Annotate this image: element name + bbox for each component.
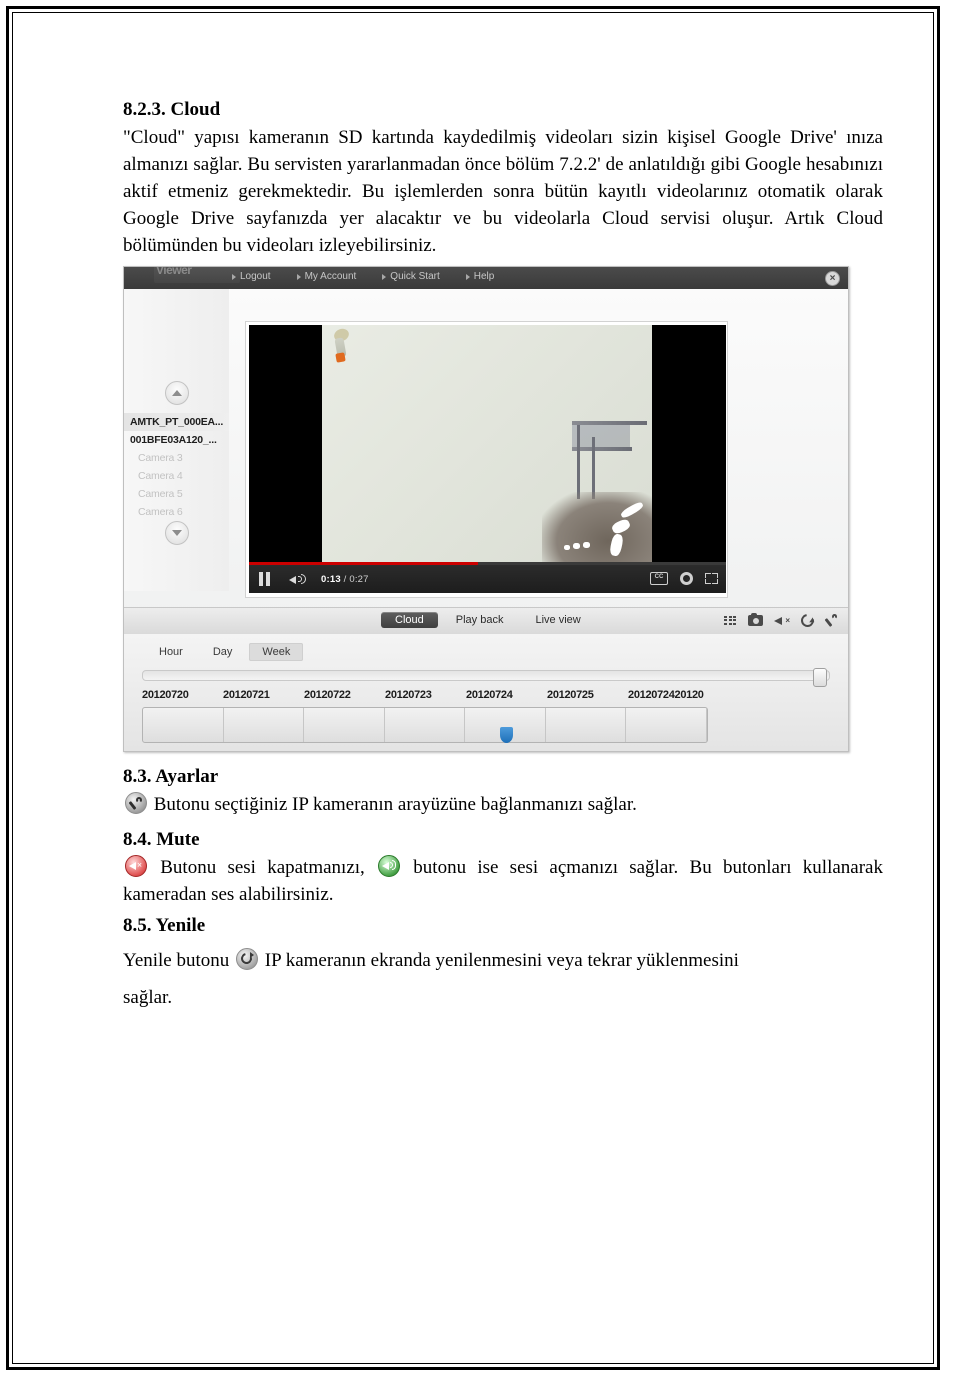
timeline-date-3: 20120723 xyxy=(385,689,432,702)
timeline-range-tabs: Hour Day Week xyxy=(146,643,304,662)
camera-list-item-1[interactable]: AMTK_PT_000EA... xyxy=(124,413,229,432)
video-object-shelf xyxy=(572,421,652,501)
timeline-cell[interactable] xyxy=(304,708,385,743)
paragraph-8-5-tail: sağlar. xyxy=(123,987,173,1009)
camera-list-item-4[interactable]: Camera 4 xyxy=(124,467,229,485)
fullscreen-icon[interactable] xyxy=(705,573,718,585)
mute-speaker-icon[interactable]: × xyxy=(774,615,790,626)
paragraph-8-5-part2: IP kameranın ekranda yenilenmesini veya … xyxy=(264,950,739,972)
timeline-date-4: 20120724 xyxy=(466,689,513,702)
page-border-outer: 8.2.3. Cloud "Cloud" yapısı kameranın SD… xyxy=(6,6,940,1370)
camera-list-item-6[interactable]: Camera 6 xyxy=(124,503,229,521)
slider-handle[interactable] xyxy=(813,668,827,688)
refresh-icon xyxy=(236,948,259,971)
chevron-down-icon[interactable] xyxy=(165,521,189,546)
sound-on-icon xyxy=(378,854,401,877)
refresh-icon[interactable] xyxy=(798,611,817,631)
settings-wrench-icon xyxy=(125,792,147,815)
video-control-bar: 0:13 / 0:27 CC xyxy=(249,565,726,594)
video-right-controls: CC xyxy=(650,572,718,586)
toolbar-icons: × xyxy=(724,611,838,631)
paragraph-8-2-3: "Cloud" yapısı kameranın SD kartında kay… xyxy=(123,126,883,256)
timeline-tab-day[interactable]: Day xyxy=(200,643,246,661)
app-body: AMTK_PT_000EA... 001BFE03A120_... Camera… xyxy=(124,289,848,752)
settings-wrench-icon[interactable] xyxy=(825,614,838,627)
paragraph-8-3: Butonu seçtiğiniz IP kameranın arayüzüne… xyxy=(123,792,883,819)
closed-caption-icon[interactable]: CC xyxy=(650,572,668,586)
timeline-date-1: 20120721 xyxy=(223,689,270,702)
nav-item-help[interactable]: Help xyxy=(465,271,494,282)
timeline-cell[interactable] xyxy=(224,708,305,743)
heading-8-2-3: 8.2.3. Cloud xyxy=(123,99,221,120)
timeline-cell[interactable] xyxy=(385,708,466,743)
video-time-display: 0:13 / 0:27 xyxy=(321,574,369,585)
timeline-date-5: 20120725 xyxy=(547,689,594,702)
snapshot-camera-icon[interactable] xyxy=(748,612,763,627)
paragraph-8-4: × Butonu sesi kapatmanızı, butonu ise se… xyxy=(123,854,883,909)
camera-list-item-5[interactable]: Camera 5 xyxy=(124,485,229,503)
camera-sidebar: AMTK_PT_000EA... 001BFE03A120_... Camera… xyxy=(124,289,229,592)
tab-play-back[interactable]: Play back xyxy=(442,612,518,628)
volume-icon[interactable] xyxy=(289,573,307,586)
timeline-scroll-slider[interactable] xyxy=(142,668,830,688)
video-surface[interactable] xyxy=(249,325,726,563)
timeline-tab-hour[interactable]: Hour xyxy=(146,643,196,661)
timeline-panel: Hour Day Week 20120720 20120721 20120722… xyxy=(124,634,848,752)
camera-list-item-3[interactable]: Camera 3 xyxy=(124,449,229,467)
video-frame-image xyxy=(322,325,652,563)
tab-cloud[interactable]: Cloud xyxy=(381,612,438,629)
paragraph-8-4-part1: Butonu sesi kapatmanızı, xyxy=(160,856,365,878)
gear-icon[interactable] xyxy=(680,572,693,586)
nav-item-logout[interactable]: Logout xyxy=(232,271,271,282)
camera-list: AMTK_PT_000EA... 001BFE03A120_... Camera… xyxy=(124,413,229,521)
mode-tabs: Cloud Play back Live view xyxy=(381,612,595,629)
video-object-pin xyxy=(332,327,351,364)
pause-icon[interactable] xyxy=(259,572,271,587)
mode-tab-bar: Cloud Play back Live view × xyxy=(124,607,848,637)
heading-8-4: 8.4. Mute xyxy=(123,829,200,851)
tab-live-view[interactable]: Live view xyxy=(521,612,594,628)
app-logo-text: Viewer xyxy=(156,266,192,278)
timeline-track[interactable] xyxy=(142,707,708,744)
paragraph-8-5: Yenile butonu IP kameranın ekranda yenil… xyxy=(123,948,883,975)
mute-icon: × xyxy=(125,854,147,877)
paragraph-8-5-part1: Yenile butonu xyxy=(123,950,230,972)
video-total-time: 0:27 xyxy=(349,574,369,586)
heading-8-3: 8.3. Ayarlar xyxy=(123,766,219,788)
camera-list-item-2[interactable]: 001BFE03A120_... xyxy=(124,431,229,449)
chevron-up-icon[interactable] xyxy=(165,381,189,406)
nav-item-my-account[interactable]: My Account xyxy=(296,271,356,282)
timeline-tab-week[interactable]: Week xyxy=(249,643,304,662)
timeline-date-2: 20120722 xyxy=(304,689,351,702)
timeline-date-0: 20120720 xyxy=(142,689,189,702)
nav-item-quick-start[interactable]: Quick Start xyxy=(382,271,440,282)
paragraph-8-3-text: Butonu seçtiğiniz IP kameranın arayüzüne… xyxy=(153,794,637,816)
timeline-date-6: 2012072420120 xyxy=(628,689,704,702)
timeline-cell[interactable] xyxy=(626,708,707,743)
document-content: 8.2.3. Cloud "Cloud" yapısı kameranın SD… xyxy=(123,97,883,1014)
grid-layout-icon[interactable] xyxy=(724,615,737,626)
page-border-inner: 8.2.3. Cloud "Cloud" yapısı kameranın SD… xyxy=(12,12,934,1364)
timeline-date-labels: 20120720 20120721 20120722 20120723 2012… xyxy=(142,689,848,701)
timeline-cell[interactable] xyxy=(546,708,627,743)
timeline-cell[interactable] xyxy=(143,708,224,743)
app-nav[interactable]: Logout My Account Quick Start Help xyxy=(232,271,494,282)
embedded-screenshot: Viewer Logout My Account Quick Start Hel… xyxy=(123,266,849,753)
video-current-time: 0:13 xyxy=(321,574,341,586)
heading-8-5: 8.5. Yenile xyxy=(123,914,206,936)
video-player[interactable]: 0:13 / 0:27 CC xyxy=(245,321,728,599)
